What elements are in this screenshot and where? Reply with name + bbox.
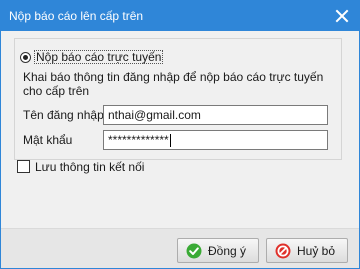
text-caret xyxy=(169,134,171,148)
online-submit-group: Nộp báo cáo trực tuyến Khai báo thông ti… xyxy=(14,38,342,160)
close-icon xyxy=(335,9,349,23)
button-bar: Đồng ý Huỷ bỏ xyxy=(1,228,359,268)
ok-button-label: Đồng ý xyxy=(207,243,247,258)
dialog-window: Nộp báo cáo lên cấp trên Nộp báo cáo trự… xyxy=(0,0,360,269)
save-connection-checkbox[interactable]: Lưu thông tin kết nối xyxy=(17,159,145,174)
cancel-button-label: Huỷ bỏ xyxy=(296,243,336,258)
close-button[interactable] xyxy=(332,6,352,26)
window-title: Nộp báo cáo lên cấp trên xyxy=(9,9,144,23)
login-description: Khai báo thông tin đăng nhập để nộp báo … xyxy=(23,70,324,98)
cancel-button[interactable]: Huỷ bỏ xyxy=(266,238,348,263)
username-input[interactable]: nthai@gmail.com xyxy=(103,105,328,125)
username-label: Tên đăng nhập xyxy=(23,108,104,122)
online-submit-radio-label: Nộp báo cáo trực tuyến xyxy=(34,50,164,64)
title-bar: Nộp báo cáo lên cấp trên xyxy=(0,0,360,31)
password-label: Mật khẩu xyxy=(23,133,73,147)
ok-button[interactable]: Đồng ý xyxy=(177,238,259,263)
green-checkmark-icon xyxy=(186,243,202,258)
password-value: ************* xyxy=(108,133,169,147)
password-input[interactable]: ************* xyxy=(103,130,328,150)
red-no-entry-icon xyxy=(275,243,291,258)
unchecked-box-icon xyxy=(17,160,30,173)
save-connection-label: Lưu thông tin kết nối xyxy=(35,159,145,174)
radio-selected-icon xyxy=(20,51,31,63)
username-value: nthai@gmail.com xyxy=(108,108,201,122)
dialog-content: Nộp báo cáo trực tuyến Khai báo thông ti… xyxy=(1,31,359,268)
online-submit-radio[interactable]: Nộp báo cáo trực tuyến xyxy=(20,50,164,64)
